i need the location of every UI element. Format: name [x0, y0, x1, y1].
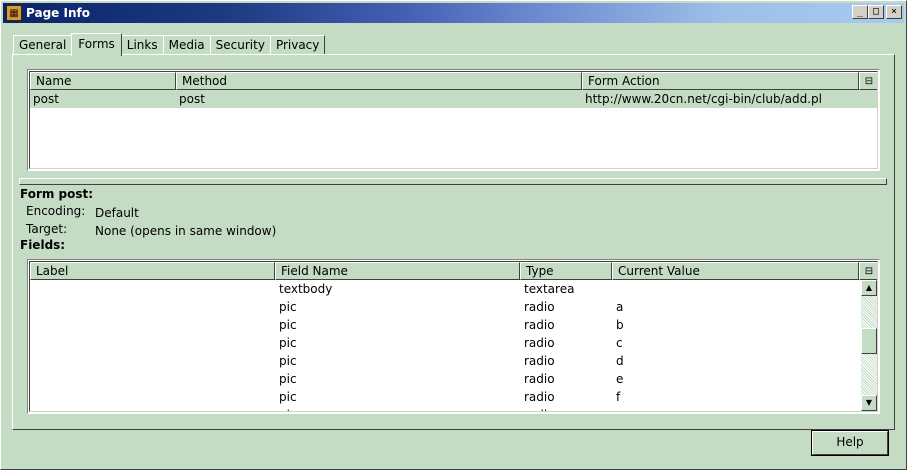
field-value-cell: f — [616, 390, 621, 404]
field-label-cell — [30, 280, 275, 298]
column-picker-icon[interactable]: ⊟ — [859, 262, 877, 280]
table-row[interactable]: pic radio d — [30, 352, 863, 370]
column-header-field-name[interactable]: Field Name — [275, 262, 520, 280]
table-row[interactable]: pic radio c — [30, 334, 863, 352]
page-info-window: ▦ Page Info _ □ × General Forms Links Me… — [0, 0, 907, 470]
field-value-cell: b — [616, 318, 624, 332]
vertical-scrollbar[interactable]: ▲ ▼ — [861, 280, 877, 411]
field-value-cell — [612, 280, 859, 298]
tab-security[interactable]: Security — [209, 35, 271, 55]
splitter-handle[interactable] — [19, 178, 887, 185]
field-type-cell: textarea — [524, 282, 575, 296]
field-label-cell — [30, 334, 275, 352]
title-bar[interactable]: ▦ Page Info _ □ × — [3, 3, 904, 23]
field-value-cell: a — [616, 300, 624, 314]
target-value: None (opens in same window) — [95, 224, 277, 238]
field-name-cell: pic — [279, 318, 297, 332]
table-row[interactable]: picradiog — [30, 406, 863, 411]
form-heading: Form post: — [20, 187, 94, 201]
tab-links[interactable]: Links — [120, 35, 164, 55]
field-type-cell: radio — [524, 354, 555, 368]
arrow-down-icon[interactable]: ▼ — [861, 395, 877, 411]
field-type-cell: radio — [524, 390, 555, 404]
column-header-form-action[interactable]: Form Action — [582, 72, 859, 90]
fields-table-header: Label Field Name Type Current Value ⊟ — [30, 262, 877, 280]
field-name-cell: pic — [275, 406, 520, 411]
help-button[interactable]: Help — [811, 430, 889, 456]
tab-general[interactable]: General — [13, 35, 73, 55]
page-info-icon: ▦ — [6, 5, 22, 21]
field-name-cell: textbody — [279, 282, 333, 296]
field-name-cell: pic — [279, 372, 297, 386]
forms-table-header: Name Method Form Action ⊟ — [30, 72, 877, 90]
field-name-cell: pic — [279, 300, 297, 314]
field-type-cell: radio — [520, 406, 612, 411]
field-label-cell — [30, 370, 275, 388]
field-name-cell: pic — [279, 354, 297, 368]
tab-privacy[interactable]: Privacy — [269, 35, 326, 55]
arrow-up-icon[interactable]: ▲ — [861, 280, 877, 296]
column-header-method[interactable]: Method — [176, 72, 582, 90]
form-action-cell: http://www.20cn.net/cgi-bin/club/add.pl — [585, 92, 822, 106]
field-label-cell — [30, 388, 275, 406]
field-type-cell: radio — [524, 318, 555, 332]
form-method-cell: post — [179, 92, 205, 106]
field-label-cell — [30, 298, 275, 316]
window-title: Page Info — [26, 6, 90, 20]
tab-strip: General Forms Links Media Security Priva… — [13, 33, 326, 56]
form-name-cell: post — [33, 92, 59, 106]
fields-heading: Fields: — [20, 238, 66, 252]
field-name-cell: pic — [279, 390, 297, 404]
field-type-cell: radio — [524, 300, 555, 314]
field-value-cell: d — [616, 354, 624, 368]
maximize-icon[interactable]: □ — [868, 5, 884, 19]
scrollbar-thumb[interactable] — [861, 328, 877, 354]
table-row[interactable]: textbody textarea — [30, 280, 863, 298]
column-header-name[interactable]: Name — [30, 72, 176, 90]
column-picker-icon[interactable]: ⊟ — [859, 72, 877, 90]
field-value-cell: g — [612, 406, 859, 411]
encoding-label: Encoding: — [26, 204, 86, 218]
column-header-type[interactable]: Type — [520, 262, 612, 280]
field-label-cell — [30, 352, 275, 370]
encoding-value: Default — [95, 206, 139, 220]
field-type-cell: radio — [524, 336, 555, 350]
fields-table[interactable]: Label Field Name Type Current Value ⊟ te… — [27, 259, 880, 414]
table-row[interactable]: pic radio f — [30, 388, 863, 406]
table-row[interactable]: pic radio a — [30, 298, 863, 316]
table-row[interactable]: pic radio e — [30, 370, 863, 388]
table-row[interactable]: pic radio b — [30, 316, 863, 334]
field-type-cell: radio — [524, 372, 555, 386]
forms-table[interactable]: Name Method Form Action ⊟ post post http… — [27, 69, 880, 171]
column-header-current-value[interactable]: Current Value — [612, 262, 859, 280]
close-icon[interactable]: × — [886, 5, 902, 19]
tab-media[interactable]: Media — [162, 35, 211, 55]
minimize-icon[interactable]: _ — [852, 5, 868, 19]
field-label-cell — [30, 316, 275, 334]
column-header-label[interactable]: Label — [30, 262, 275, 280]
table-row[interactable]: post post http://www.20cn.net/cgi-bin/cl… — [30, 90, 877, 108]
target-label: Target: — [26, 222, 68, 236]
field-value-cell: c — [616, 336, 623, 350]
tab-forms[interactable]: Forms — [71, 33, 122, 56]
field-value-cell: e — [616, 372, 624, 386]
field-label-cell — [30, 406, 275, 411]
field-name-cell: pic — [279, 336, 297, 350]
